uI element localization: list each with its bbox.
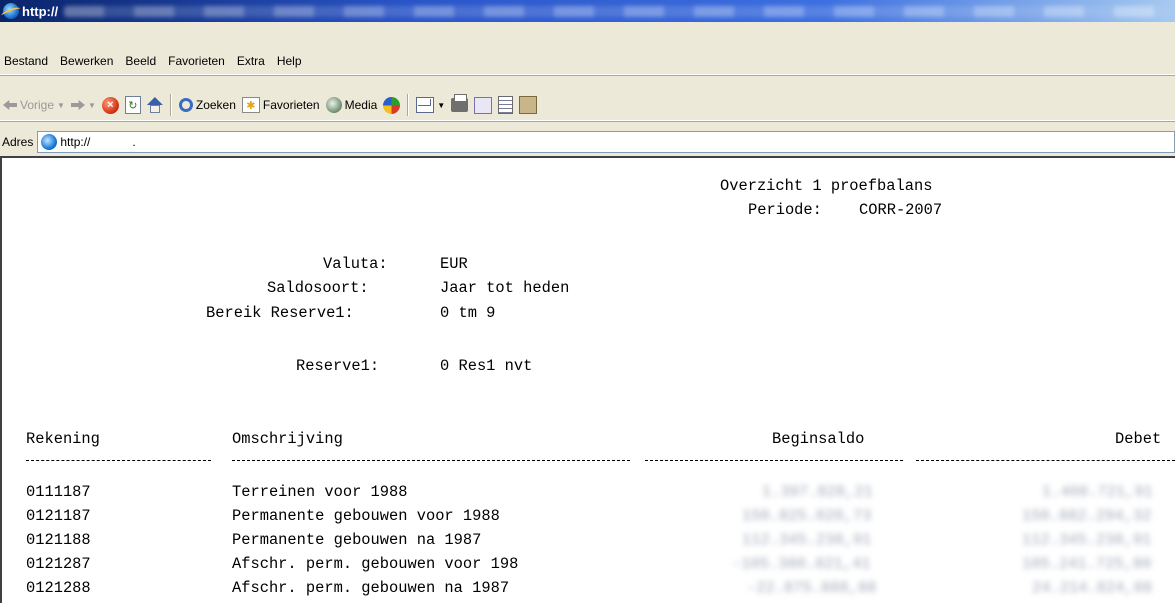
chevron-down-icon[interactable]: ▼ <box>437 101 445 110</box>
address-url[interactable]: http:// <box>60 135 90 149</box>
menu-extra[interactable]: Extra <box>231 54 271 68</box>
param-value: 0 Res1 nvt <box>440 357 533 375</box>
edit-icon <box>474 96 493 114</box>
title-redacted <box>64 5 1171 17</box>
row-opening: 1.397.828,21 <box>762 483 873 501</box>
home-button[interactable] <box>144 93 166 117</box>
column-rule <box>645 460 903 462</box>
param-value: EUR <box>440 255 468 273</box>
column-rule <box>232 460 630 462</box>
row-description: Afschr. perm. gebouwen na 1987 <box>232 579 510 597</box>
column-header-description: Omschrijving <box>232 430 343 448</box>
media-button[interactable]: Media <box>323 93 381 117</box>
row-opening: -22.875.888,88 <box>747 579 877 597</box>
favorites-button[interactable]: ✱ Favorieten <box>239 93 323 117</box>
column-header-account: Rekening <box>26 430 100 448</box>
param-label: Saldosoort: <box>267 279 369 297</box>
toolbar-separator <box>407 94 410 116</box>
refresh-button[interactable]: ↻ <box>122 93 144 117</box>
page-content: Overzicht 1 proefbalans Periode: CORR-20… <box>0 156 1175 603</box>
period-label: Periode: <box>748 201 822 219</box>
menu-bar: Bestand Bewerken Beeld Favorieten Extra … <box>0 48 1175 75</box>
chevron-down-icon[interactable]: ▼ <box>88 101 96 110</box>
history-button[interactable] <box>380 93 403 117</box>
row-opening: 150.825.020,73 <box>742 507 872 525</box>
row-debit: 150.882.294,32 <box>1022 507 1152 525</box>
row-account: 0121287 <box>26 555 91 573</box>
favorites-label: Favorieten <box>262 98 320 112</box>
mail-button[interactable]: ▼ <box>413 93 448 117</box>
row-description: Afschr. perm. gebouwen voor 198 <box>232 555 519 573</box>
row-debit: 1.408.721,91 <box>1042 483 1153 501</box>
refresh-icon: ↻ <box>124 96 141 114</box>
column-rule <box>916 460 1175 462</box>
search-label: Zoeken <box>195 98 236 112</box>
menu-bewerken[interactable]: Bewerken <box>54 54 119 68</box>
media-label: Media <box>344 98 378 112</box>
menu-beeld[interactable]: Beeld <box>119 54 162 68</box>
page-icon <box>41 134 58 150</box>
param-label: Bereik Reserve1: <box>206 304 354 322</box>
row-opening: 112.345.238,91 <box>742 531 872 549</box>
ie-app-icon <box>3 3 19 19</box>
param-label: Valuta: <box>323 255 388 273</box>
menu-favorieten[interactable]: Favorieten <box>162 54 231 68</box>
row-debit: 24.214.824,88 <box>1032 579 1153 597</box>
row-opening: -105.380.821,41 <box>732 555 871 573</box>
period-value: CORR-2007 <box>859 201 943 219</box>
history-icon <box>383 96 401 114</box>
column-rule <box>26 460 211 462</box>
toolbar-separator <box>169 94 172 116</box>
row-description: Permanente gebouwen voor 1988 <box>232 507 500 525</box>
row-debit: 105.241.725,80 <box>1022 555 1152 573</box>
toolbar: Vorige ▼ ▼ × ↻ Zoeken ✱ Favorieten Media… <box>0 90 1175 121</box>
param-value: 0 tm 9 <box>440 304 496 322</box>
window-title: http:// <box>22 3 59 19</box>
row-description: Permanente gebouwen na 1987 <box>232 531 482 549</box>
forward-button[interactable]: ▼ <box>68 93 99 117</box>
print-icon <box>451 94 469 112</box>
stop-button[interactable]: × <box>99 93 122 117</box>
back-button[interactable]: Vorige ▼ <box>0 93 68 117</box>
search-icon <box>178 98 193 112</box>
stop-icon: × <box>101 96 119 114</box>
discuss-button[interactable] <box>495 93 516 117</box>
address-bar: Adres http:// . <box>0 130 1175 154</box>
back-arrow-icon <box>3 100 17 110</box>
row-account: 0111187 <box>26 483 91 501</box>
research-icon <box>519 96 538 114</box>
row-description: Terreinen voor 1988 <box>232 483 408 501</box>
param-value: Jaar tot heden <box>440 279 570 297</box>
row-account: 0121288 <box>26 579 91 597</box>
edit-button[interactable] <box>471 93 495 117</box>
report-title: Overzicht 1 proefbalans <box>720 177 933 195</box>
column-header-opening: Beginsaldo <box>772 430 865 448</box>
column-header-debit: Debet <box>1115 430 1162 448</box>
row-account: 0121188 <box>26 531 91 549</box>
print-button[interactable] <box>448 93 471 117</box>
address-label: Adres <box>2 135 34 149</box>
media-icon <box>325 97 342 113</box>
address-input[interactable]: http:// . <box>37 131 1175 153</box>
param-label: Reserve1: <box>296 357 380 375</box>
forward-arrow-icon <box>70 100 85 110</box>
menu-help[interactable]: Help <box>271 54 308 68</box>
favorites-star-icon: ✱ <box>241 97 260 113</box>
document-icon <box>498 96 514 114</box>
home-icon <box>147 97 163 113</box>
search-button[interactable]: Zoeken <box>176 93 239 117</box>
back-label: Vorige <box>20 98 55 112</box>
row-account: 0121187 <box>26 507 91 525</box>
chevron-down-icon[interactable]: ▼ <box>57 101 65 110</box>
menu-bestand[interactable]: Bestand <box>0 54 54 68</box>
research-button[interactable] <box>516 93 540 117</box>
address-cursor: . <box>132 135 136 149</box>
mail-icon <box>416 97 435 113</box>
title-bar: http:// <box>0 0 1175 22</box>
row-debit: 112.345.238,91 <box>1022 531 1152 549</box>
